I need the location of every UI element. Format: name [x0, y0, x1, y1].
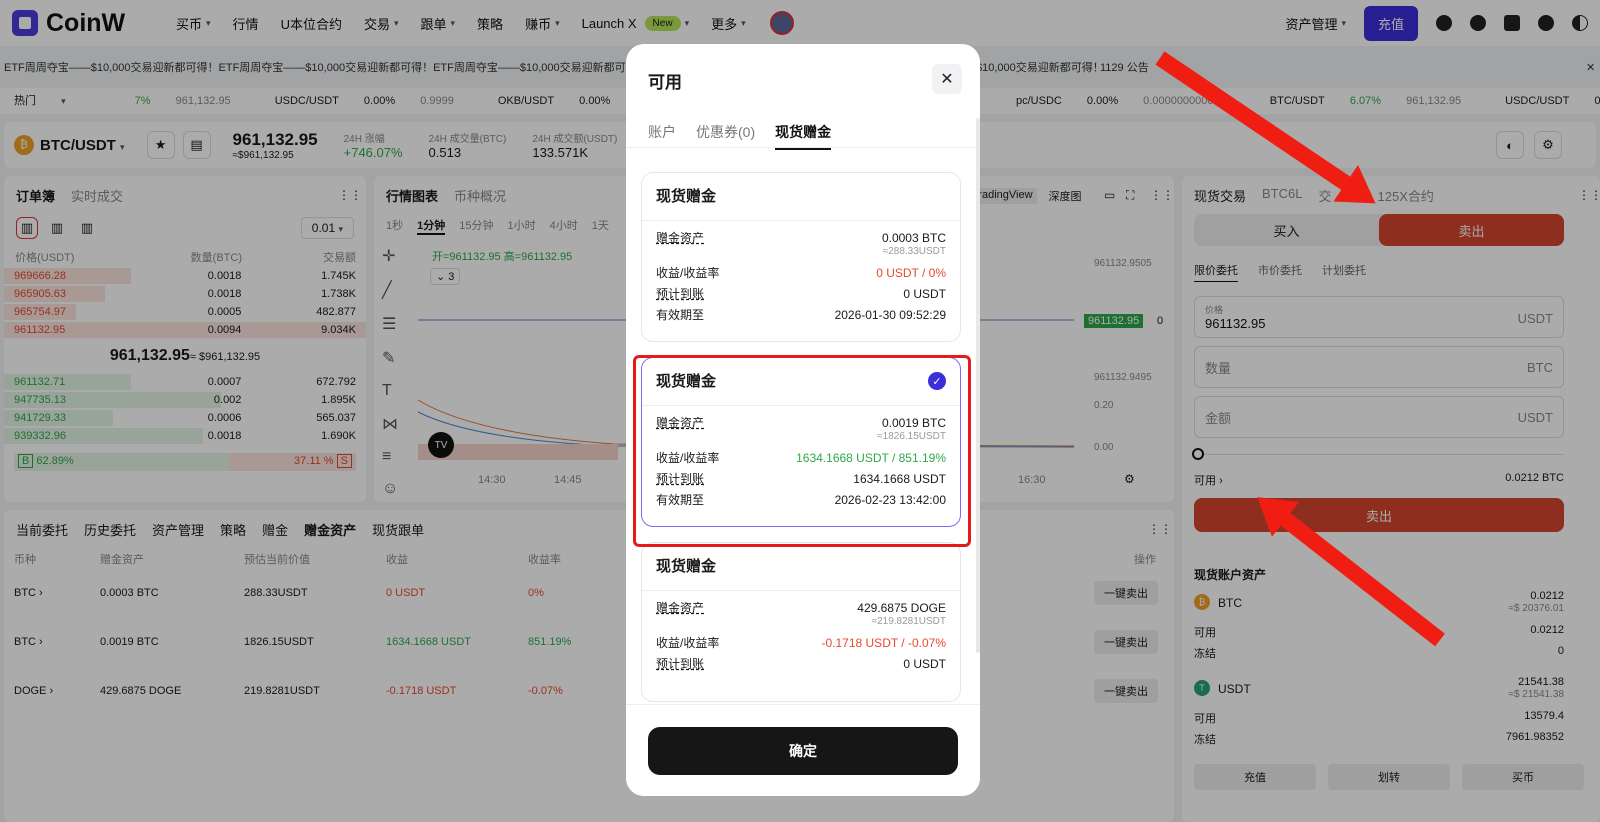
expected-row: 预计到账 0 USDT	[656, 287, 946, 301]
profit-label: 收益/收益率	[656, 636, 720, 650]
asset-row: 赠金资产 0.0003 BTC ≈288.33USDT	[656, 231, 946, 259]
bonus-card[interactable]: 现货赠金赠金资产 0.0003 BTC ≈288.33USDT 收益/收益率 0 USD…	[641, 172, 961, 342]
annotation-highlight-box	[633, 355, 971, 547]
modal-footer: 确定	[626, 704, 980, 796]
modal-tabs: 账户 优惠券(0) 现货赠金	[648, 122, 832, 150]
modal-tab[interactable]: 现货赠金	[775, 122, 832, 150]
asset-value: 429.6875 DOGE	[857, 601, 946, 615]
profit-row: 收益/收益率 -0.1718 USDT / -0.07%	[656, 636, 946, 650]
expiry-label: 有效期至	[656, 308, 705, 322]
bonus-card-body: 赠金资产 0.0003 BTC ≈288.33USDT 收益/收益率 0 USDT / …	[642, 221, 960, 322]
modal-scrollbar[interactable]	[976, 118, 980, 653]
profit-value: -0.1718 USDT / -0.07%	[821, 636, 946, 650]
modal-divider	[626, 147, 980, 148]
confirm-button[interactable]: 确定	[648, 727, 958, 775]
asset-row: 赠金资产 429.6875 DOGE ≈219.8281USDT	[656, 601, 946, 629]
close-icon: ✕	[940, 71, 954, 88]
asset-value-group: 429.6875 DOGE ≈219.8281USDT	[857, 601, 946, 629]
modal-title: 可用	[648, 73, 682, 92]
asset-value: 0.0003 BTC	[881, 231, 946, 245]
asset-usd-value: ≈219.8281USDT	[871, 616, 946, 627]
profit-row: 收益/收益率 0 USDT / 0%	[656, 266, 946, 280]
page: CoinW 买币 ▾ 行情 U本位合约 交易 ▾ 跟单 ▾ 策略 赚币 ▾ Launch X New ▾ 更…	[0, 0, 1600, 822]
modal-close-button[interactable]: ✕	[932, 64, 962, 94]
asset-label: 赠金资产	[656, 231, 705, 245]
bonus-card-body: 赠金资产 429.6875 DOGE ≈219.8281USDT 收益/收益率 -0.1…	[642, 591, 960, 671]
expected-label: 预计到账	[656, 287, 705, 301]
expected-label: 预计到账	[656, 657, 705, 671]
bonus-card-title: 现货赠金	[642, 543, 960, 591]
expected-value: 0 USDT	[903, 287, 946, 301]
expiry-value: 2026-01-30 09:52:29	[834, 308, 946, 322]
expiry-row: 有效期至 2026-01-30 09:52:29	[656, 308, 946, 322]
expected-row: 预计到账 0 USDT	[656, 657, 946, 671]
asset-label: 赠金资产	[656, 601, 705, 615]
bonus-card-title: 现货赠金	[642, 173, 960, 221]
asset-usd-value: ≈288.33USDT	[882, 246, 946, 257]
profit-label: 收益/收益率	[656, 266, 720, 280]
profit-value: 0 USDT / 0%	[876, 266, 946, 280]
bonus-card[interactable]: 现货赠金赠金资产 429.6875 DOGE ≈219.8281USDT 收益/收益率…	[641, 542, 961, 702]
modal-tab[interactable]: 账户	[648, 122, 676, 150]
expected-value: 0 USDT	[903, 657, 946, 671]
modal-tab[interactable]: 优惠券(0)	[696, 122, 755, 150]
asset-value-group: 0.0003 BTC ≈288.33USDT	[882, 231, 946, 259]
